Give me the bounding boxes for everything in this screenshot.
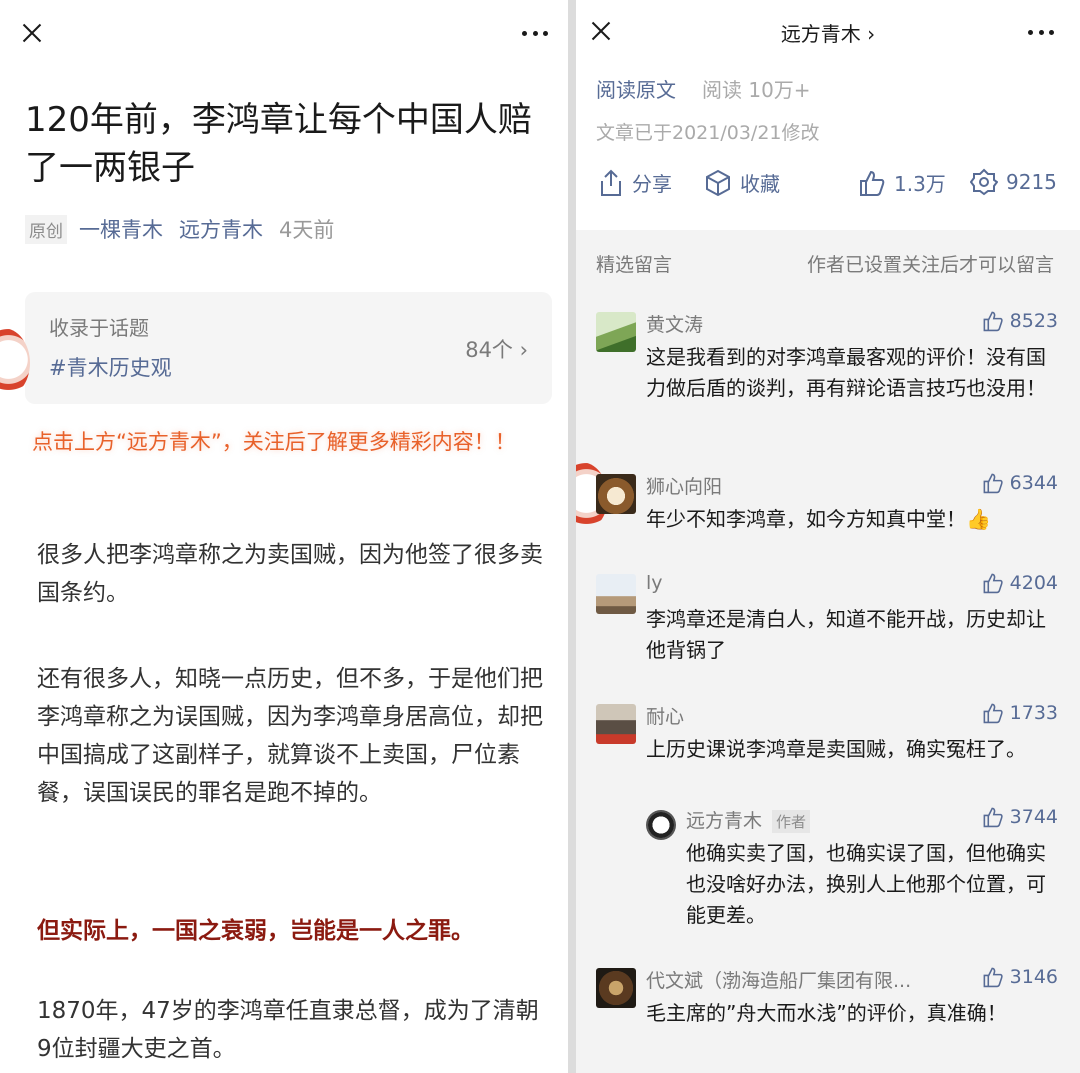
- thumbs-up-icon: [983, 967, 1003, 988]
- article-panel: 120年前，李鸿章让每个中国人赔了一两银子 原创 一棵青木 远方青木 4天前 收…: [0, 0, 568, 1073]
- comment-like-button[interactable]: 3146: [982, 966, 1058, 988]
- comment-like-count: 1733: [1009, 702, 1058, 724]
- cube-icon: [706, 169, 730, 196]
- comment-like-button[interactable]: 8523: [982, 310, 1058, 332]
- paragraph: 1870年，47岁的李鸿章任直隶总督，成为了清朝9位封疆大吏之首。: [37, 998, 539, 1062]
- thumbs-up-icon: [860, 170, 885, 196]
- share-label: 分享: [632, 172, 672, 196]
- comment-like-button[interactable]: 1733: [982, 702, 1058, 724]
- thumbs-up-icon: [983, 807, 1003, 828]
- reply-author-name[interactable]: 远方青木: [686, 810, 762, 832]
- author-badge: 作者: [772, 810, 811, 833]
- avatar[interactable]: [596, 968, 636, 1008]
- comment-permission-note: 作者已设置关注后才可以留言: [806, 254, 1054, 276]
- modified-note: 文章已于2021/03/21修改: [596, 122, 820, 144]
- read-original-link[interactable]: 阅读原文: [596, 74, 676, 103]
- account-title[interactable]: 远方青木 ›: [576, 18, 1080, 47]
- more-options-icon[interactable]: [1028, 19, 1054, 45]
- reply-like-button[interactable]: 3744: [982, 806, 1058, 828]
- comment-like-count: 8523: [1009, 310, 1058, 332]
- article-topbar: [0, 0, 568, 66]
- reply-like-count: 3744: [1009, 806, 1058, 828]
- view-count: 阅读 10万+: [702, 78, 811, 102]
- paragraph: 很多人把李鸿章称之为卖国贼，因为他签了很多卖国条约。: [37, 542, 543, 606]
- featured-comments-title: 精选留言: [596, 254, 673, 276]
- reply-author: 远方青木 作者: [686, 806, 811, 833]
- comment-author[interactable]: 黄文涛: [646, 310, 703, 337]
- author-link[interactable]: 一棵青木: [79, 214, 163, 244]
- comment-like-button[interactable]: 6344: [982, 472, 1058, 494]
- comment-author[interactable]: 代文斌（渤海造船厂集团有限...: [646, 966, 911, 993]
- comment-like-button[interactable]: 4204: [982, 572, 1058, 594]
- comment-like-count: 3146: [1009, 966, 1058, 988]
- topic-label: 收录于话题: [49, 316, 149, 340]
- wow-button[interactable]: 9215: [970, 168, 1057, 196]
- read-links: 阅读原文 阅读 10万+: [596, 74, 811, 103]
- wow-icon: [970, 168, 998, 196]
- thumbs-up-icon: [983, 573, 1003, 594]
- share-button[interactable]: 分享: [598, 168, 672, 197]
- share-icon: [601, 169, 621, 196]
- article-meta: 原创 一棵青木 远方青木 4天前: [25, 214, 334, 244]
- comments-header: 精选留言 作者已设置关注后才可以留言: [596, 250, 1054, 277]
- comment-like-count: 4204: [1009, 572, 1058, 594]
- like-button[interactable]: 1.3万: [858, 168, 946, 197]
- comment-author[interactable]: 狮心向阳: [646, 472, 722, 499]
- close-icon[interactable]: [19, 20, 45, 46]
- reply-text: 他确实卖了国，也确实误了国，但他确实也没啥好办法，换别人上他那个位置，可能更差。: [686, 841, 1046, 927]
- wow-count: 9215: [1006, 170, 1057, 194]
- favorite-label: 收藏: [740, 172, 780, 196]
- follow-prompt: 点击上方“远方青木”，关注后了解更多精彩内容！！: [32, 430, 516, 454]
- comment-like-count: 6344: [1009, 472, 1058, 494]
- thumbs-up-icon: [983, 311, 1003, 332]
- more-options-icon[interactable]: [522, 20, 548, 46]
- avatar[interactable]: [596, 474, 636, 514]
- comment-text: 上历史课说李鸿章是卖国贼，确实冤枉了。: [646, 737, 1026, 761]
- topic-card[interactable]: 收录于话题 #青木历史观 84个 ›: [25, 292, 552, 404]
- comment-author[interactable]: ly: [646, 572, 663, 594]
- comment-author[interactable]: 耐心: [646, 702, 684, 729]
- topic-count: 84个 ›: [465, 338, 528, 362]
- article-title: 120年前，李鸿章让每个中国人赔了一两银子: [25, 100, 532, 188]
- comments-panel: 远方青木 › 阅读原文 阅读 10万+ 文章已于2021/03/21修改 分享 …: [576, 0, 1080, 1073]
- avatar[interactable]: [596, 574, 636, 614]
- avatar[interactable]: [596, 704, 636, 744]
- thumbs-up-icon: [983, 473, 1003, 494]
- comment-text: 李鸿章还是清白人，知道不能开战，历史却让他背锅了: [646, 607, 1046, 662]
- favorite-button[interactable]: 收藏: [704, 168, 780, 197]
- comment-text: 毛主席的”舟大而水浅”的评价，真准确！: [646, 1001, 1007, 1025]
- action-bar: 分享 收藏 1.3万 9215: [598, 168, 1058, 208]
- emphasis-paragraph: 但实际上，一国之衰弱，岂能是一人之罪。: [37, 918, 474, 944]
- topic-tag[interactable]: #青木历史观: [49, 352, 172, 382]
- author-avatar[interactable]: [646, 810, 676, 840]
- comments-topbar: 远方青木 ›: [576, 0, 1080, 62]
- like-count: 1.3万: [894, 172, 946, 196]
- original-badge: 原创: [25, 214, 67, 244]
- account-link[interactable]: 远方青木: [179, 214, 263, 244]
- comment-text: 年少不知李鸿章，如今方知真中堂！👍: [646, 507, 991, 531]
- publish-time: 4天前: [279, 218, 335, 242]
- paragraph: 还有很多人，知晓一点历史，但不多，于是他们把李鸿章称之为误国贼，因为李鸿章身居高…: [37, 666, 543, 806]
- avatar[interactable]: [596, 312, 636, 352]
- comment-text: 这是我看到的对李鸿章最客观的评价！没有国力做后盾的谈判，再有辩论语言技巧也没用！: [646, 345, 1046, 400]
- thumbs-up-icon: [983, 703, 1003, 724]
